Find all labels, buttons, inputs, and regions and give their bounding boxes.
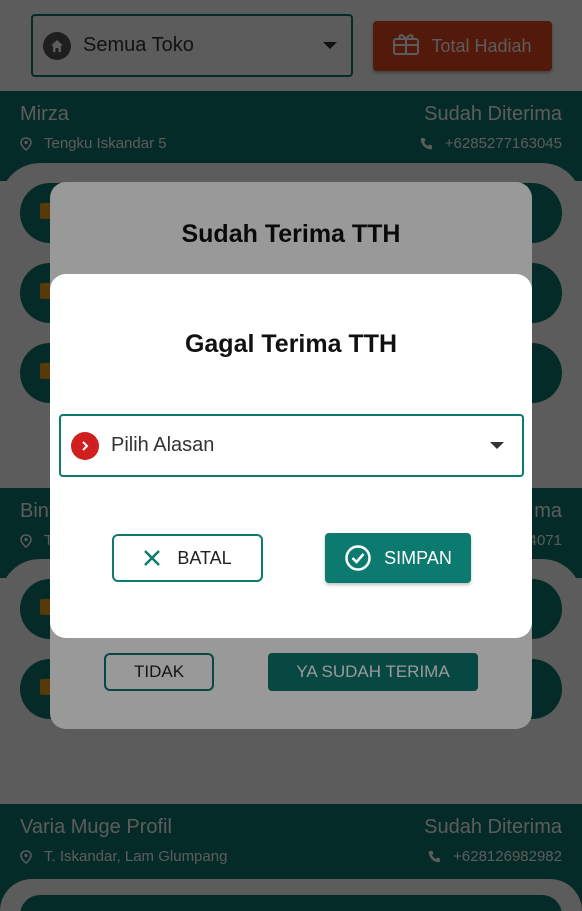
close-icon bbox=[144, 550, 161, 566]
fail-received-dialog: Gagal Terima TTH Pilih Alasan BATAL SIMP… bbox=[50, 274, 532, 638]
chevron-right-icon bbox=[71, 431, 99, 460]
reason-select-placeholder: Pilih Alasan bbox=[111, 434, 215, 456]
dialog-title: Gagal Terima TTH bbox=[184, 330, 398, 358]
check-circle-icon bbox=[345, 545, 371, 571]
save-button[interactable]: SIMPAN bbox=[325, 533, 471, 583]
save-label: SIMPAN bbox=[384, 547, 452, 568]
reason-select[interactable]: Pilih Alasan bbox=[59, 414, 524, 477]
cancel-label: BATAL bbox=[177, 547, 232, 568]
dropdown-caret-icon bbox=[490, 442, 504, 449]
cancel-button[interactable]: BATAL bbox=[112, 534, 263, 582]
